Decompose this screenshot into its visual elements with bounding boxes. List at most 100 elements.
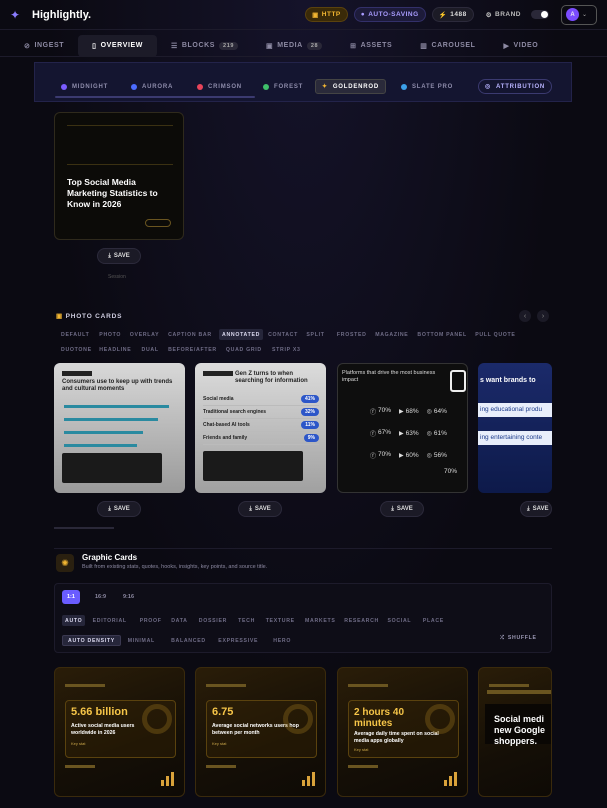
row-value: 41% [300, 395, 319, 403]
stat-tag: Key stat [71, 741, 86, 746]
scrollbar[interactable] [55, 96, 255, 98]
hero-card[interactable]: Top Social Media Marketing Statistics to… [54, 112, 184, 240]
row-value: 70% [378, 450, 392, 458]
bar-chart-icon [444, 772, 457, 786]
density-auto-density[interactable]: AUTO DENSITY [62, 635, 121, 646]
row-value: 32% [300, 408, 319, 416]
next-arrow-icon[interactable]: › [537, 310, 549, 322]
youtube-icon: ▶ [399, 430, 404, 437]
bar-chart-icon [161, 772, 174, 786]
attribution-button[interactable]: ◎ ATTRIBUTION [478, 79, 553, 94]
style-dossier[interactable]: DOSSIER [196, 615, 230, 626]
density-balanced[interactable]: BALANCED [168, 635, 209, 646]
row-cell: ◎ 61% [427, 430, 447, 437]
autosave-badge[interactable]: ● AUTO-SAVING [353, 7, 426, 22]
chip-default[interactable]: DEFAULT [58, 329, 92, 340]
tab-blocks[interactable]: ☰ BLOCKS 219 [157, 35, 252, 57]
ratio-9-16[interactable]: 9:16 [118, 590, 139, 604]
hero-save-button[interactable]: ⤓ SAVE [97, 248, 141, 264]
tab-ingest[interactable]: ⊘ INGEST [10, 35, 78, 57]
chip-magazine[interactable]: MAGAZINE [372, 329, 411, 340]
theme-midnight[interactable]: MIDNIGHT [55, 79, 114, 94]
style-proof[interactable]: PROOF [137, 615, 165, 626]
style-research[interactable]: RESEARCH [341, 615, 382, 626]
graphic-card-1[interactable]: 5.66 billion Active social media users wo… [54, 667, 185, 797]
chip-strip-x3[interactable]: STRIP X3 [269, 344, 304, 355]
chip-duotone[interactable]: DUOTONE [58, 344, 95, 355]
photo-card-3[interactable]: Platforms that drive the most business i… [337, 363, 468, 493]
row-cell: ▶ 68% [399, 408, 419, 415]
style-tech[interactable]: TECH [235, 615, 258, 626]
brand-toggle[interactable] [531, 10, 549, 19]
ratio-1-1[interactable]: 1:1 [62, 590, 80, 604]
tab-media[interactable]: ▣ MEDIA 28 [252, 35, 336, 57]
graphic-card-2[interactable]: 6.75 Average social networks users hop be… [195, 667, 326, 797]
row-cell: ⓕ 67% [370, 429, 391, 438]
tab-video[interactable]: ▶ VIDEO [490, 35, 553, 57]
bar [307, 776, 310, 786]
graphic-card-3[interactable]: 2 hours 40 minutes Average daily time spe… [337, 667, 468, 797]
photo-card-2[interactable]: Gen Z turns to when searching for inform… [195, 363, 326, 493]
row-value: 11% [301, 421, 319, 429]
http-badge[interactable]: ▣ HTTP [305, 7, 348, 22]
theme-slate-pro[interactable]: SLATE PRO [395, 79, 459, 94]
style-place[interactable]: PLACE [420, 615, 447, 626]
credits-badge[interactable]: ⚡ 1488 [431, 7, 474, 22]
brand-icon: ⚙ [485, 11, 493, 19]
photo-save-button-2[interactable]: ⤓ SAVE [238, 501, 282, 517]
prev-arrow-icon[interactable]: ‹ [519, 310, 531, 322]
chip-overlay[interactable]: OVERLAY [127, 329, 163, 340]
footer-line [206, 765, 236, 768]
photo-save-button-3[interactable]: ⤓ SAVE [380, 501, 424, 517]
chip-pull-quote[interactable]: PULL QUOTE [472, 329, 518, 340]
ratio-16-9[interactable]: 16:9 [90, 590, 111, 604]
tab-carousel[interactable]: ▥ CAROUSEL [406, 35, 489, 57]
tab-assets[interactable]: ⊞ ASSETS [336, 35, 406, 57]
bar [312, 772, 315, 786]
shuffle-icon: ⤮ [500, 635, 505, 641]
row-label: Social media [203, 396, 234, 402]
chip-dual[interactable]: DUAL [139, 344, 162, 355]
style-editorial[interactable]: EDITORIAL [90, 615, 130, 626]
theme-aurora[interactable]: AURORA [125, 79, 179, 94]
chip-photo[interactable]: PHOTO [96, 329, 124, 340]
chip-headline[interactable]: HEADLINE [96, 344, 134, 355]
density-minimal[interactable]: MINIMAL [125, 635, 158, 646]
chip-bottom-panel[interactable]: BOTTOM PANEL [414, 329, 469, 340]
density-expressive[interactable]: EXPRESSIVE [215, 635, 261, 646]
style-texture[interactable]: TEXTURE [263, 615, 298, 626]
hero-caption: Session [108, 274, 126, 280]
row-cell: ▶ 63% [399, 430, 419, 437]
density-hero[interactable]: HERO [270, 635, 294, 646]
photo-card-1[interactable]: Consumers use to keep up with trends and… [54, 363, 185, 493]
chip-quad-grid[interactable]: QUAD GRID [223, 344, 265, 355]
photo-card-4[interactable]: s want brands to ing educational produ i… [478, 363, 552, 493]
style-auto[interactable]: AUTO [62, 615, 86, 626]
photo-icon: ▣ [56, 313, 63, 320]
theme-crimson[interactable]: CRIMSON [191, 79, 248, 94]
graphic-card-4[interactable]: Social medi new Google shoppers. [478, 667, 552, 797]
theme-forest[interactable]: FOREST [257, 79, 309, 94]
row-cell: ⓕ 70% [370, 451, 391, 460]
shuffle-button[interactable]: ⤮ SHUFFLE [500, 635, 537, 642]
autosave-dot-icon: ● [360, 11, 366, 18]
account-menu[interactable]: A ⌄ [561, 4, 597, 25]
style-data[interactable]: DATA [168, 615, 190, 626]
chip-before-after[interactable]: BEFORE/AFTER [165, 344, 220, 355]
download-icon: ⤓ [527, 505, 530, 512]
chip-frosted[interactable]: FROSTED [334, 329, 370, 340]
theme-goldenrod[interactable]: ✦ GOLDENROD [315, 79, 387, 94]
photo-scrollbar[interactable] [54, 527, 114, 529]
assets-icon: ⊞ [350, 42, 357, 50]
chip-contact[interactable]: CONTACT [265, 329, 301, 340]
style-markets[interactable]: MARKETS [302, 615, 339, 626]
photo-save-button-1[interactable]: ⤓ SAVE [97, 501, 141, 517]
chip-annotated[interactable]: ANNOTATED [219, 329, 264, 340]
tab-overview[interactable]: ▯ OVERVIEW [78, 34, 157, 57]
facebook-icon: ⓕ [370, 409, 377, 416]
style-social[interactable]: SOCIAL [385, 615, 415, 626]
download-icon: ⤓ [108, 252, 111, 259]
chip-caption-bar[interactable]: CAPTION BAR [165, 329, 215, 340]
photo-save-button-4[interactable]: ⤓ SAVE [520, 501, 552, 517]
chip-split[interactable]: SPLIT [303, 329, 327, 340]
